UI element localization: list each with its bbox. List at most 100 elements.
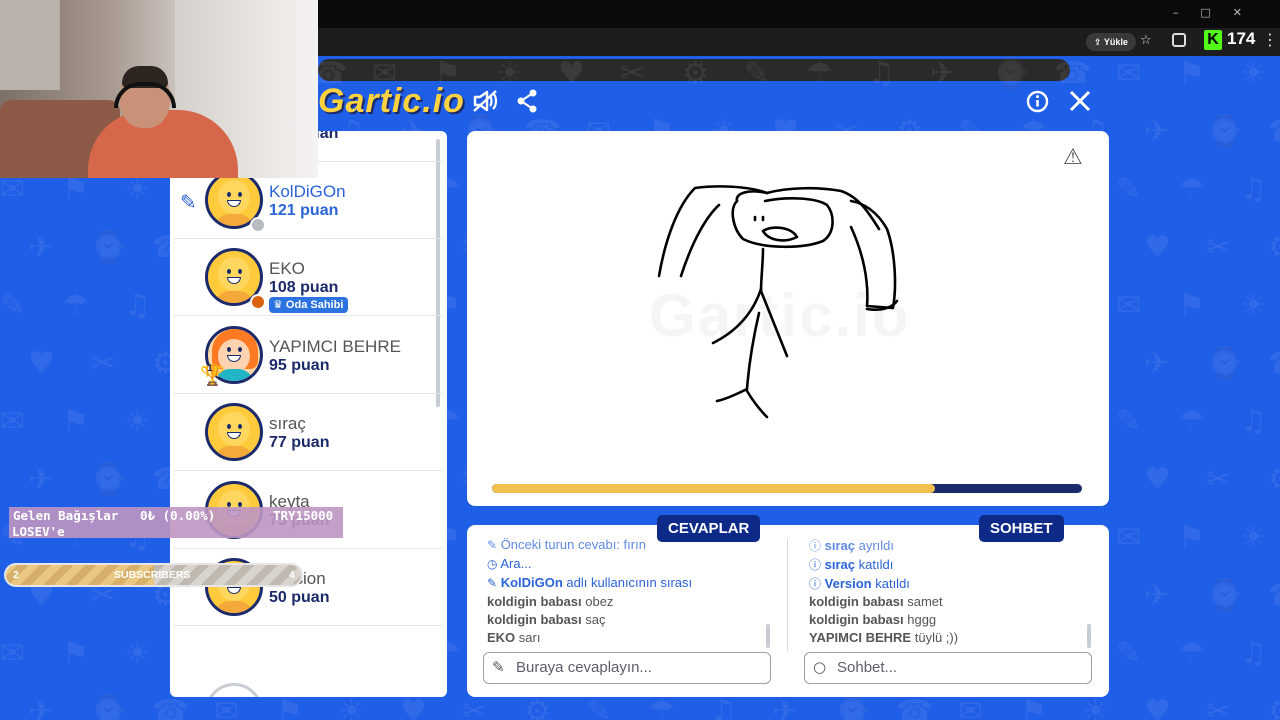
background-doodle-icon: ✈ xyxy=(1144,578,1170,613)
background-doodle-icon: ✈ xyxy=(28,230,54,265)
avatar-eye xyxy=(227,424,231,429)
player-name: YAPIMCI BEHRE xyxy=(269,337,401,356)
player-name: KolDiGOn xyxy=(269,182,346,201)
avatar-face xyxy=(218,180,250,214)
drawing-canvas[interactable]: ⚠ Gartic.io xyxy=(467,131,1109,506)
player-row[interactable]: Version50 puan xyxy=(174,549,442,626)
donation-amount: 0₺ (0.00%) xyxy=(140,508,216,523)
bookmark-star-icon[interactable]: ☆ xyxy=(1140,33,1152,48)
background-doodle-icon: ⚙ xyxy=(1268,694,1280,720)
avatar-shirt xyxy=(214,291,254,303)
kick-logo-icon: K xyxy=(1204,30,1222,50)
donation-goal-widget: Gelen Bağışlar 0₺ (0.00%) TRY15000 LOSEV… xyxy=(9,507,343,539)
message-text: saç xyxy=(581,612,606,627)
background-doodle-icon: ✈ xyxy=(930,56,956,91)
message-text: sarı xyxy=(515,630,541,645)
background-doodle-icon: ✂ xyxy=(1206,230,1232,265)
viewer-count: 174 xyxy=(1227,29,1256,48)
drawing-strokes xyxy=(657,185,899,419)
window-controls[interactable]: –□✕ xyxy=(1173,6,1264,19)
system-message: ⓘ sıraç ayrıldı xyxy=(809,537,894,554)
player-status-dot xyxy=(250,294,266,310)
background-doodle-icon: ☎ xyxy=(1054,56,1092,91)
background-doodle-icon: ♫ xyxy=(868,56,895,91)
player-row[interactable]: YAPIMCI BEHRE 95 puan 🏆 1 xyxy=(174,317,442,394)
avatar-eye xyxy=(238,424,242,429)
message-text: tüylü ;)) xyxy=(911,630,959,645)
background-doodle-icon: ⚑ xyxy=(62,404,89,439)
message-username: sıraç xyxy=(824,557,856,572)
donation-title: Gelen Bağışlar xyxy=(13,508,119,523)
player-avatar-partial xyxy=(205,683,263,697)
background-doodle-icon: ✉ xyxy=(1116,520,1142,555)
message-text: katıldı xyxy=(855,557,894,572)
webcam-overlay xyxy=(0,0,318,178)
message-text: adlı kullanıcının sırası xyxy=(562,575,693,590)
avatar-shirt xyxy=(214,446,254,458)
background-doodle-icon: ⌚ xyxy=(90,230,128,265)
answer-input[interactable] xyxy=(516,659,756,676)
player-row[interactable]: sıraç 77 puan xyxy=(174,394,442,471)
message-text: katıldı xyxy=(871,576,910,591)
background-doodle-icon: ✂ xyxy=(620,56,646,91)
player-points: 77 puan xyxy=(269,434,330,451)
avatar-eye xyxy=(227,192,231,197)
browser-menu-icon[interactable]: ⋮ xyxy=(1262,30,1278,50)
background-doodle-icon: ⌚ xyxy=(1206,578,1244,613)
close-icon[interactable] xyxy=(1069,90,1091,112)
tab-answers[interactable]: CEVAPLAR xyxy=(657,515,761,542)
avatar-eye xyxy=(227,269,231,274)
background-doodle-icon: ☀ xyxy=(496,56,523,91)
background-doodle-icon: ⚑ xyxy=(62,636,89,671)
message-username: sıraç xyxy=(824,538,856,553)
background-doodle-icon: ♥ xyxy=(28,346,55,381)
message-username: KolDiGOn xyxy=(500,575,563,590)
message-text: Önceki turun cevabı: fırın xyxy=(500,537,646,552)
round-timer-fill xyxy=(492,484,935,493)
chat-scrollbar[interactable] xyxy=(1087,624,1091,648)
message-username: koldigin babası xyxy=(809,594,904,609)
message-text: samet xyxy=(903,594,943,609)
background-doodle-icon: ⚙ xyxy=(524,694,551,720)
player-points: 50 puan xyxy=(269,589,330,606)
background-doodle-icon: ♥ xyxy=(1144,230,1171,265)
background-doodle-icon: ✎ xyxy=(1116,636,1142,671)
user-message: YAPIMCI BEHRE tüylü ;)) xyxy=(809,630,958,645)
mute-icon[interactable] xyxy=(472,89,500,113)
message-username: koldigin babası xyxy=(809,612,904,627)
background-doodle-icon: ☎ xyxy=(152,694,190,720)
info-icon[interactable] xyxy=(1026,90,1049,113)
game-logo: Gartic.io xyxy=(318,82,465,120)
round-timer-bar xyxy=(492,484,1082,493)
tab-chat[interactable]: SOHBET xyxy=(979,515,1064,542)
subscriber-goal-bar: 2 SUBSCRIBERS 4 xyxy=(4,563,303,587)
system-message: ⓘ Version katıldı xyxy=(809,575,910,592)
upload-button[interactable]: ⇪ Yükle xyxy=(1086,33,1136,51)
background-doodle-icon: ✈ xyxy=(28,462,54,497)
avatar-eye xyxy=(238,192,242,197)
background-doodle-icon: ⚑ xyxy=(1178,288,1205,323)
message-username: Version xyxy=(824,576,872,591)
chat-input[interactable] xyxy=(837,659,1077,676)
background-doodle-icon: ✈ xyxy=(772,694,798,720)
background-doodle-icon: ⚑ xyxy=(1178,56,1205,91)
background-doodle-icon: ⌚ xyxy=(834,694,872,720)
answers-scrollbar[interactable] xyxy=(766,624,770,648)
background-doodle-icon: ☀ xyxy=(124,404,151,439)
background-doodle-icon: ☂ xyxy=(648,694,675,720)
share-icon[interactable] xyxy=(516,89,538,113)
pencil-icon: ✎ xyxy=(487,538,498,552)
extensions-icon[interactable] xyxy=(1172,33,1186,47)
webcam-window xyxy=(0,0,60,90)
info-icon: ⓘ xyxy=(809,577,822,591)
chat-input-field[interactable]: ○ xyxy=(804,652,1092,684)
drawing-pencil-icon: ✎ xyxy=(180,190,197,214)
background-doodle-icon: ♥ xyxy=(558,56,585,91)
background-doodle-icon: ✉ xyxy=(0,404,26,439)
answer-input-field[interactable]: ✎ xyxy=(483,652,771,684)
player-row[interactable]: EKO 108 puan ♛ Oda Sahibi xyxy=(174,239,442,316)
message-text: ayrıldı xyxy=(855,538,895,553)
background-doodle-icon: ☀ xyxy=(1240,520,1267,555)
background-doodle-icon: ⌚ xyxy=(1206,114,1244,149)
player-points: 95 puan xyxy=(269,357,330,374)
